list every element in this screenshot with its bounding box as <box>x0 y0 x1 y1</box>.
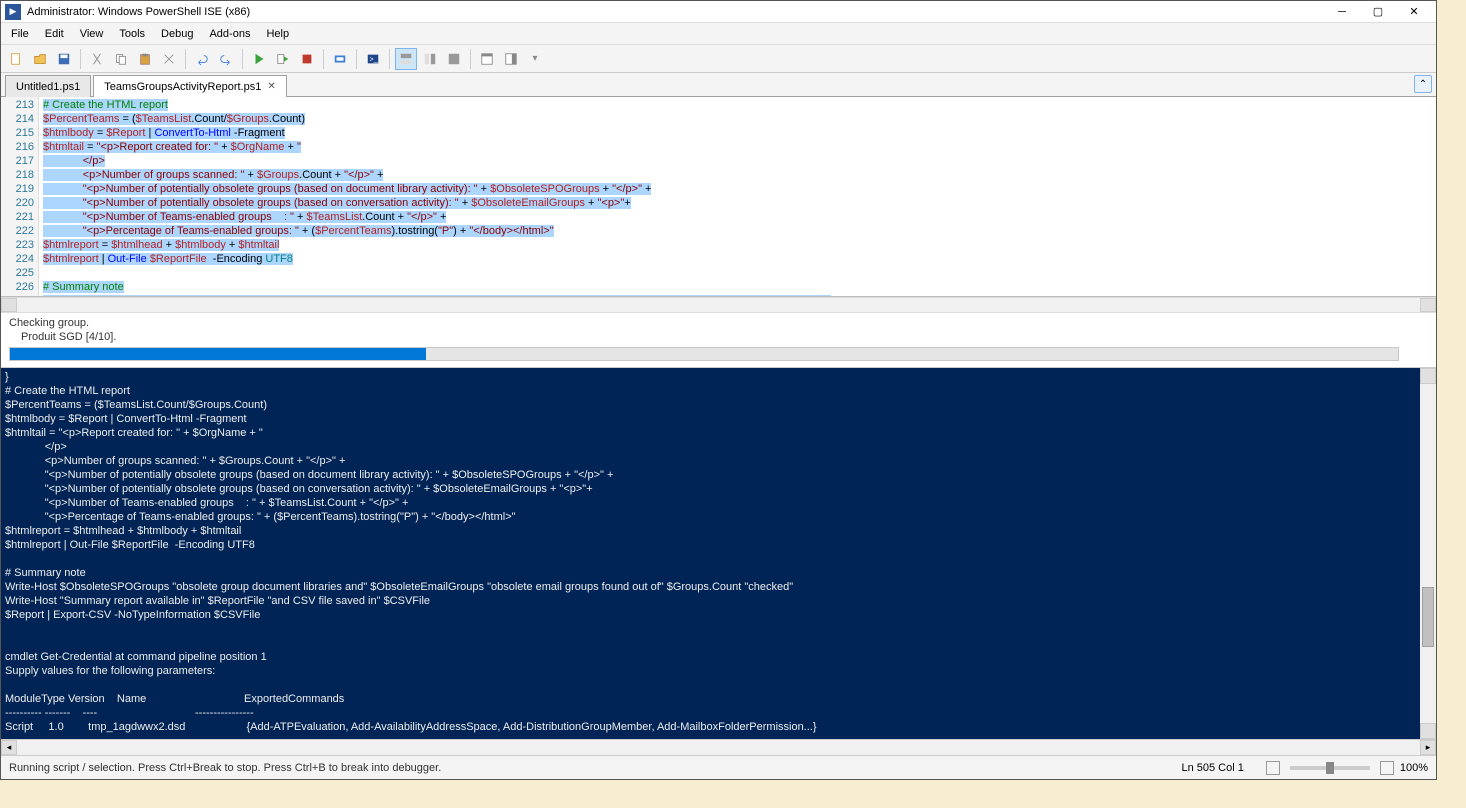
progress-bar <box>9 347 1399 361</box>
titlebar: ▶ Administrator: Windows PowerShell ISE … <box>1 1 1436 23</box>
toolbar: >_ ▾ <box>1 45 1436 73</box>
script-editor[interactable]: 2132142152162172182192202212222232242252… <box>1 97 1436 297</box>
menu-debug[interactable]: Debug <box>153 25 201 43</box>
console-text: } # Create the HTML report $PercentTeams… <box>5 371 817 739</box>
zoom-out-button[interactable] <box>1266 761 1280 775</box>
scroll-track[interactable] <box>1420 384 1436 723</box>
zoom-level: 100% <box>1400 762 1428 774</box>
window-title: Administrator: Windows PowerShell ISE (x… <box>27 6 1324 18</box>
tabstrip: Untitled1.ps1 TeamsGroupsActivityReport.… <box>1 73 1436 97</box>
zoom-in-button[interactable] <box>1380 761 1394 775</box>
status-message: Running script / selection. Press Ctrl+B… <box>9 762 1181 774</box>
zoom-slider[interactable] <box>1290 766 1370 770</box>
tab-label: TeamsGroupsActivityReport.ps1 <box>104 81 261 93</box>
app-icon: ▶ <box>5 4 21 20</box>
console-hscrollbar[interactable]: ◂ ▸ <box>1 739 1436 755</box>
cursor-position: Ln 505 Col 1 <box>1181 762 1243 774</box>
clear-button[interactable] <box>158 48 180 70</box>
scroll-right-button[interactable]: ▸ <box>1420 740 1436 755</box>
line-gutter: 2132142152162172182192202212222232242252… <box>1 97 39 296</box>
powershell-button[interactable]: >_ <box>362 48 384 70</box>
zoom-thumb[interactable] <box>1326 762 1334 774</box>
redo-button[interactable] <box>215 48 237 70</box>
menu-help[interactable]: Help <box>258 25 297 43</box>
console-vscrollbar[interactable] <box>1420 368 1436 739</box>
cut-button[interactable] <box>86 48 108 70</box>
menu-addons[interactable]: Add-ons <box>201 25 258 43</box>
save-button[interactable] <box>53 48 75 70</box>
menubar: File Edit View Tools Debug Add-ons Help <box>1 23 1436 45</box>
console-wrap: } # Create the HTML report $PercentTeams… <box>1 368 1436 755</box>
maximize-button[interactable]: ▢ <box>1360 2 1396 22</box>
menu-file[interactable]: File <box>3 25 37 43</box>
layout-max-button[interactable] <box>443 48 465 70</box>
console-output[interactable]: } # Create the HTML report $PercentTeams… <box>1 368 1436 739</box>
scroll-down-button[interactable] <box>1420 723 1436 739</box>
svg-text:>_: >_ <box>370 56 378 63</box>
help-button[interactable]: ▾ <box>524 48 546 70</box>
open-button[interactable] <box>29 48 51 70</box>
scroll-thumb[interactable] <box>1422 587 1434 647</box>
remote-button[interactable] <box>329 48 351 70</box>
statusbar: Running script / selection. Press Ctrl+B… <box>1 755 1436 779</box>
addons-pane-button[interactable] <box>500 48 522 70</box>
editor-hscrollbar[interactable] <box>1 297 1436 313</box>
menu-view[interactable]: View <box>72 25 112 43</box>
progress-fill <box>10 348 426 360</box>
menu-edit[interactable]: Edit <box>37 25 72 43</box>
code-content[interactable]: # Create the HTML report$PercentTeams = … <box>39 97 1436 296</box>
commands-button[interactable] <box>476 48 498 70</box>
minimize-button[interactable]: ─ <box>1324 2 1360 22</box>
progress-title: Checking group. <box>9 317 1428 329</box>
tab-close-icon[interactable]: ✕ <box>267 81 275 92</box>
layout-top-button[interactable] <box>395 48 417 70</box>
new-button[interactable] <box>5 48 27 70</box>
layout-right-button[interactable] <box>419 48 441 70</box>
run-button[interactable] <box>248 48 270 70</box>
copy-button[interactable] <box>110 48 132 70</box>
progress-pane: Checking group. Produit SGD [4/10]. <box>1 313 1436 368</box>
scroll-left-button[interactable] <box>1 298 17 312</box>
scroll-track[interactable] <box>17 740 1420 755</box>
tab-untitled1[interactable]: Untitled1.ps1 <box>5 75 91 97</box>
stop-button[interactable] <box>296 48 318 70</box>
scroll-up-button[interactable] <box>1420 368 1436 384</box>
run-selection-button[interactable] <box>272 48 294 70</box>
scroll-left-button[interactable]: ◂ <box>1 740 17 755</box>
undo-button[interactable] <box>191 48 213 70</box>
menu-tools[interactable]: Tools <box>111 25 153 43</box>
tab-label: Untitled1.ps1 <box>16 81 80 93</box>
progress-status: Produit SGD [4/10]. <box>9 331 1428 343</box>
scroll-track[interactable] <box>17 298 1420 312</box>
app-window: ▶ Administrator: Windows PowerShell ISE … <box>0 0 1437 780</box>
tab-teamsreport[interactable]: TeamsGroupsActivityReport.ps1 ✕ <box>93 75 287 97</box>
close-button[interactable]: ✕ <box>1396 2 1432 22</box>
scroll-right-button[interactable] <box>1420 298 1436 312</box>
paste-button[interactable] <box>134 48 156 70</box>
expand-script-pane-button[interactable]: ⌃ <box>1414 75 1432 93</box>
